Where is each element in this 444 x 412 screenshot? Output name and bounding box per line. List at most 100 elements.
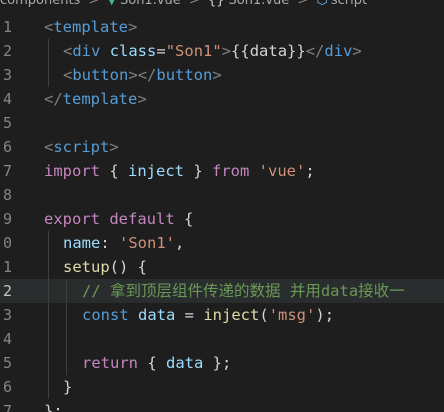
code-token: script (53, 138, 110, 156)
code-line[interactable]: 6} (0, 375, 444, 399)
code-token: () { (109, 258, 147, 276)
code-token: template (62, 90, 138, 108)
line-number: 7 (2, 402, 12, 412)
code-line[interactable]: 4 (0, 327, 444, 351)
line-number: 5 (2, 354, 12, 372)
code-token: ; (305, 162, 315, 180)
code-token: > (109, 138, 119, 156)
code-token: < (44, 18, 54, 36)
code-line[interactable]: 2 // 拿到顶层组件传递的数据 并用data接收一 (0, 279, 444, 303)
code-token: = (175, 306, 204, 324)
indent-guide (48, 255, 49, 279)
braces-icon: {} (207, 0, 225, 8)
code-token: > (352, 42, 362, 60)
line-number: 3 (2, 306, 12, 324)
vue-file-icon: ▼ (107, 0, 116, 7)
code-text: <button></button> (63, 63, 222, 87)
code-token: div (324, 42, 353, 60)
code-token: > (221, 42, 232, 60)
code-token: button (156, 66, 213, 84)
code-line[interactable]: 7}; (0, 399, 444, 412)
code-line[interactable]: 8 (0, 183, 444, 207)
indent-guide (66, 351, 67, 375)
line-number: 1 (2, 258, 12, 276)
code-line[interactable]: 1 setup() { (0, 255, 444, 279)
code-token: , (175, 234, 185, 252)
code-token: export (44, 210, 100, 228)
line-number: 4 (2, 90, 12, 108)
line-number: 2 (2, 282, 12, 300)
code-token: > (212, 66, 222, 84)
code-line[interactable]: 0 name: 'Son1', (0, 231, 444, 255)
code-line[interactable]: 2 <div class="Son1">{{data}}</div> (0, 39, 444, 63)
code-line[interactable]: 5 (0, 111, 444, 135)
line-number: 9 (2, 210, 12, 228)
breadcrumb-label: script (330, 0, 368, 8)
code-token: ( (259, 306, 269, 324)
code-text: setup() { (63, 255, 147, 279)
code-line[interactable]: 1 <template> (0, 15, 444, 39)
code-token: return (82, 354, 138, 372)
indent-guide (66, 327, 67, 351)
code-token: class (109, 42, 157, 60)
indent-guide (48, 231, 49, 255)
code-token: {{data}} (231, 42, 306, 60)
code-token: import (44, 162, 100, 180)
code-token: < (44, 138, 54, 156)
breadcrumb-item-symbol[interactable]: {} Son1.vue (208, 0, 289, 11)
code-token: 'msg' (268, 306, 316, 324)
code-token: < (63, 66, 73, 84)
indent-guide (48, 279, 49, 303)
code-line[interactable]: 3 <button></button> (0, 63, 444, 87)
line-number: 6 (2, 138, 12, 156)
code-line[interactable]: 5 return { data }; (0, 351, 444, 375)
code-token: }; (44, 402, 63, 412)
code-token: default (109, 210, 175, 228)
code-text: <div class="Son1">{{data}}</div> (63, 39, 362, 63)
breadcrumb-item-file[interactable]: ▼ Son1.vue (108, 0, 181, 11)
line-number: 8 (2, 186, 12, 204)
indent-guide (48, 303, 49, 327)
breadcrumb-label: Son1.vue (228, 0, 290, 8)
code-token: } (63, 378, 73, 396)
line-number: 3 (2, 66, 12, 84)
line-number: 4 (2, 330, 12, 348)
code-editor[interactable]: 1 <template> 2 <div class="Son1">{{data}}</… (0, 15, 444, 412)
code-line[interactable]: 6 <script> (0, 135, 444, 159)
code-token: 'vue' (258, 162, 306, 180)
indent-guide (48, 375, 49, 399)
code-text: const data = inject('msg'); (82, 303, 334, 327)
code-token: { (100, 162, 128, 180)
breadcrumb-item-script[interactable]: ⬡ script (316, 0, 367, 11)
code-token: // 拿到顶层组件传递的数据 并用data接收一 (82, 282, 405, 300)
code-token: { (138, 354, 166, 372)
code-text: export default { (44, 207, 193, 231)
code-line[interactable]: 9 export default { (0, 207, 444, 231)
breadcrumb-item-components[interactable]: components (0, 0, 80, 11)
breadcrumb-label: components (0, 0, 81, 8)
code-token: { (174, 210, 194, 228)
line-number: 5 (2, 114, 12, 132)
code-token: < (63, 42, 73, 60)
code-token: data (138, 306, 176, 324)
code-token: </ (44, 90, 63, 108)
code-line[interactable]: 3 const data = inject('msg'); (0, 303, 444, 327)
indent-guide (48, 327, 49, 351)
indent-guide (48, 39, 49, 63)
breadcrumb-separator: > (297, 0, 309, 8)
code-token: 'Son1' (119, 234, 175, 252)
indent-guide (48, 63, 49, 87)
code-token: button (72, 66, 129, 84)
line-number: 1 (2, 18, 12, 36)
code-line[interactable]: 4 </template> (0, 87, 444, 111)
code-text: import { inject } from 'vue'; (44, 159, 315, 183)
code-token: from (212, 162, 250, 180)
code-token: inject (128, 162, 184, 180)
code-line[interactable]: 7 import { inject } from 'vue'; (0, 159, 444, 183)
code-token: const (82, 306, 129, 324)
code-token: : (100, 234, 119, 252)
indent-guide (66, 303, 67, 327)
